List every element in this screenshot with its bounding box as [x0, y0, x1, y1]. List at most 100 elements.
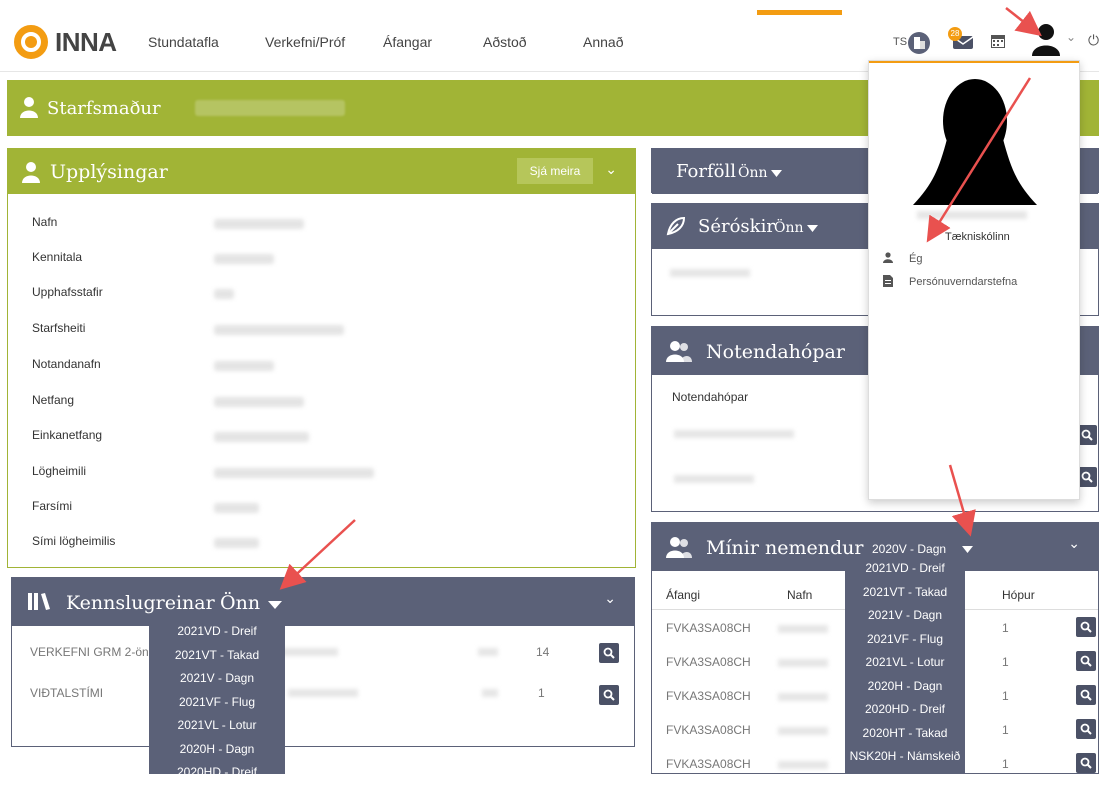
student-group: 1: [1002, 757, 1009, 771]
chevron-down-icon[interactable]: ⌄: [1068, 535, 1080, 552]
term-dropdown-students: 2021VD - Dreif 2021VT - Takad 2021V - Da…: [845, 557, 965, 774]
redacted-value: [674, 430, 794, 438]
absence-panel-title: Forföll: [676, 161, 736, 182]
dropdown-option[interactable]: 2020H - Dagn: [845, 675, 965, 699]
books-icon: [28, 593, 50, 610]
course-name[interactable]: VIÐTALSTÍMI: [30, 686, 103, 700]
redacted-value: [288, 689, 358, 697]
search-button[interactable]: [1076, 719, 1096, 739]
search-button[interactable]: [1076, 651, 1096, 671]
redacted-value: [778, 625, 828, 633]
redacted-value: [778, 659, 828, 667]
see-more-button[interactable]: Sjá meira: [517, 158, 593, 184]
nav-verkefni-prof[interactable]: Verkefni/Próf: [265, 34, 345, 50]
search-button[interactable]: [1077, 425, 1097, 445]
teaching-panel: Kennslugreinar Önn ⌄ VERKEFNI GRM 2-önn …: [11, 577, 635, 747]
dropdown-option[interactable]: 2020H - Dagn: [149, 738, 285, 762]
dropdown-option[interactable]: 2021VD - Dreif: [149, 620, 285, 644]
inna-logo-icon[interactable]: [14, 25, 48, 59]
info-label-notandanafn: Notandanafn: [32, 357, 101, 371]
dropdown-option[interactable]: 2021VL - Lotur: [845, 651, 965, 675]
info-panel-title: Upplýsingar: [50, 161, 168, 183]
term-selector[interactable]: Önn: [220, 592, 260, 614]
dropdown-option[interactable]: 2020HD - Dreif: [149, 761, 285, 785]
staff-name-redacted: [195, 100, 345, 116]
info-label-logheimili: Lögheimili: [32, 464, 87, 478]
students-panel-title: Mínir nemendur: [706, 537, 864, 559]
power-icon[interactable]: ⏻: [1088, 32, 1099, 49]
caret-down-icon[interactable]: [268, 601, 282, 609]
dropdown-option[interactable]: 2021VD - Dreif: [845, 557, 965, 581]
chevron-down-icon[interactable]: ⌄: [605, 161, 617, 178]
search-button[interactable]: [1077, 467, 1097, 487]
student-course: FVKA3SA08CH: [666, 621, 751, 635]
person-icon: [22, 162, 40, 183]
student-group: 1: [1002, 723, 1009, 737]
dropdown-option[interactable]: 2021VF - Flug: [845, 628, 965, 652]
caret-down-icon[interactable]: [962, 546, 973, 553]
caret-down-icon[interactable]: [771, 170, 782, 177]
redacted-value: [917, 211, 1027, 219]
info-label-nafn: Nafn: [32, 215, 58, 229]
student-course: FVKA3SA08CH: [666, 655, 751, 669]
search-button[interactable]: [1076, 617, 1096, 637]
search-button[interactable]: [1076, 685, 1096, 705]
chevron-down-icon[interactable]: ⌄: [1066, 30, 1076, 44]
menu-item-privacy-policy[interactable]: Persónuverndarstefna: [909, 276, 1017, 288]
dropdown-option[interactable]: NSK20H - Námskeið: [845, 745, 965, 769]
brand-name[interactable]: INNA: [55, 27, 117, 58]
course-count: 14: [536, 645, 550, 659]
search-icon: [1080, 689, 1092, 701]
users-icon: [666, 537, 692, 558]
menu-item-eg[interactable]: Ég: [909, 253, 922, 265]
term-selector[interactable]: Önn: [738, 165, 768, 181]
student-course: FVKA3SA08CH: [666, 757, 751, 771]
person-icon: [883, 252, 893, 263]
term-selector[interactable]: 2020V - Dagn: [872, 542, 946, 556]
redacted-value: [670, 269, 750, 277]
search-icon: [1081, 429, 1093, 441]
nav-annad[interactable]: Annað: [583, 34, 623, 50]
calendar-icon[interactable]: [990, 33, 1006, 49]
dropdown-option[interactable]: 2021VF - Flug: [149, 691, 285, 715]
nav-adstod[interactable]: Aðstoð: [483, 34, 527, 50]
caret-down-icon[interactable]: [807, 225, 818, 232]
building-icon[interactable]: [908, 32, 930, 54]
dropdown-option[interactable]: 2021VT - Takad: [149, 644, 285, 668]
dropdown-option[interactable]: 2021VL - Lotur: [149, 714, 285, 738]
info-label-einkanetfang: Einkanetfang: [32, 428, 103, 442]
redacted-value: [214, 289, 234, 299]
redacted-value: [214, 538, 259, 548]
search-button[interactable]: [1076, 753, 1096, 773]
term-selector[interactable]: Önn: [774, 220, 804, 236]
chevron-down-icon[interactable]: ⌄: [604, 590, 616, 607]
dropdown-option[interactable]: 2020HT - Takad: [845, 722, 965, 746]
redacted-value: [778, 693, 828, 701]
student-group: 1: [1002, 689, 1009, 703]
user-profile-icon[interactable]: [1030, 22, 1062, 56]
nav-stundatafla[interactable]: Stundatafla: [148, 34, 219, 50]
info-label-simi-logheimilis: Sími lögheimilis: [32, 534, 116, 548]
student-course: FVKA3SA08CH: [666, 689, 751, 703]
dropdown-option[interactable]: 2021V - Dagn: [149, 667, 285, 691]
person-icon: [20, 97, 38, 118]
dropdown-option[interactable]: 2021V - Dagn: [845, 604, 965, 628]
term-dropdown-teaching: 2021VD - Dreif 2021VT - Takad 2021V - Da…: [149, 620, 285, 779]
redacted-value: [214, 503, 259, 513]
groups-panel-title: Notendahópar: [706, 341, 845, 363]
info-label-starfsheiti: Starfsheiti: [32, 321, 86, 335]
course-name[interactable]: VERKEFNI GRM 2-önn: [30, 645, 155, 659]
redacted-value: [214, 254, 274, 264]
redacted-value: [214, 361, 274, 371]
search-icon: [1080, 723, 1092, 735]
dropdown-option[interactable]: 2020HD - Dreif: [845, 698, 965, 722]
student-group: 1: [1002, 655, 1009, 669]
search-button[interactable]: [599, 685, 619, 705]
info-label-farsimi: Farsími: [32, 499, 72, 513]
dropdown-option[interactable]: 2021VT - Takad: [845, 581, 965, 605]
nav-afangar[interactable]: Áfangar: [383, 34, 432, 50]
search-button[interactable]: [599, 643, 619, 663]
users-icon: [666, 341, 692, 362]
redacted-value: [214, 468, 374, 478]
redacted-value: [482, 689, 498, 697]
